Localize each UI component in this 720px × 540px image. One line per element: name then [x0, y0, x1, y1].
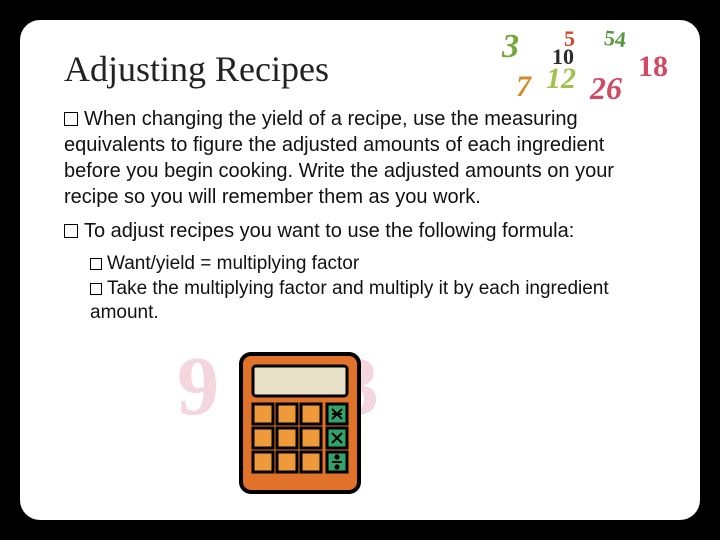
square-bullet-icon	[64, 224, 78, 238]
faded-digit-left: 9	[177, 338, 219, 435]
calculator-icon	[235, 348, 365, 498]
sub-bullet-1-text: Want/yield = multiplying factor	[107, 253, 359, 274]
body-text: When changing the yield of a recipe, use…	[64, 106, 660, 326]
bullet-1: When changing the yield of a recipe, use…	[64, 106, 660, 210]
slide: 3 5 10 54 18 7 12 26 Adjusting Recipes W…	[20, 20, 700, 520]
square-bullet-icon	[90, 283, 102, 295]
bullet-2-text: To adjust recipes you want to use the fo…	[84, 220, 574, 242]
sub-bullet-2-text: Take the multiplying factor and multiply…	[90, 278, 609, 324]
square-bullet-icon	[90, 258, 102, 270]
calculator-illustration: 9 3	[215, 348, 385, 518]
page-title: Adjusting Recipes	[64, 48, 660, 90]
square-bullet-icon	[64, 112, 78, 126]
bullet-2: To adjust recipes you want to use the fo…	[64, 218, 660, 244]
sub-bullet-1: Want/yield = multiplying factor	[90, 252, 660, 277]
bullet-1-text: When changing the yield of a recipe, use…	[64, 108, 614, 208]
sub-bullet-2: Take the multiplying factor and multiply…	[90, 277, 660, 326]
